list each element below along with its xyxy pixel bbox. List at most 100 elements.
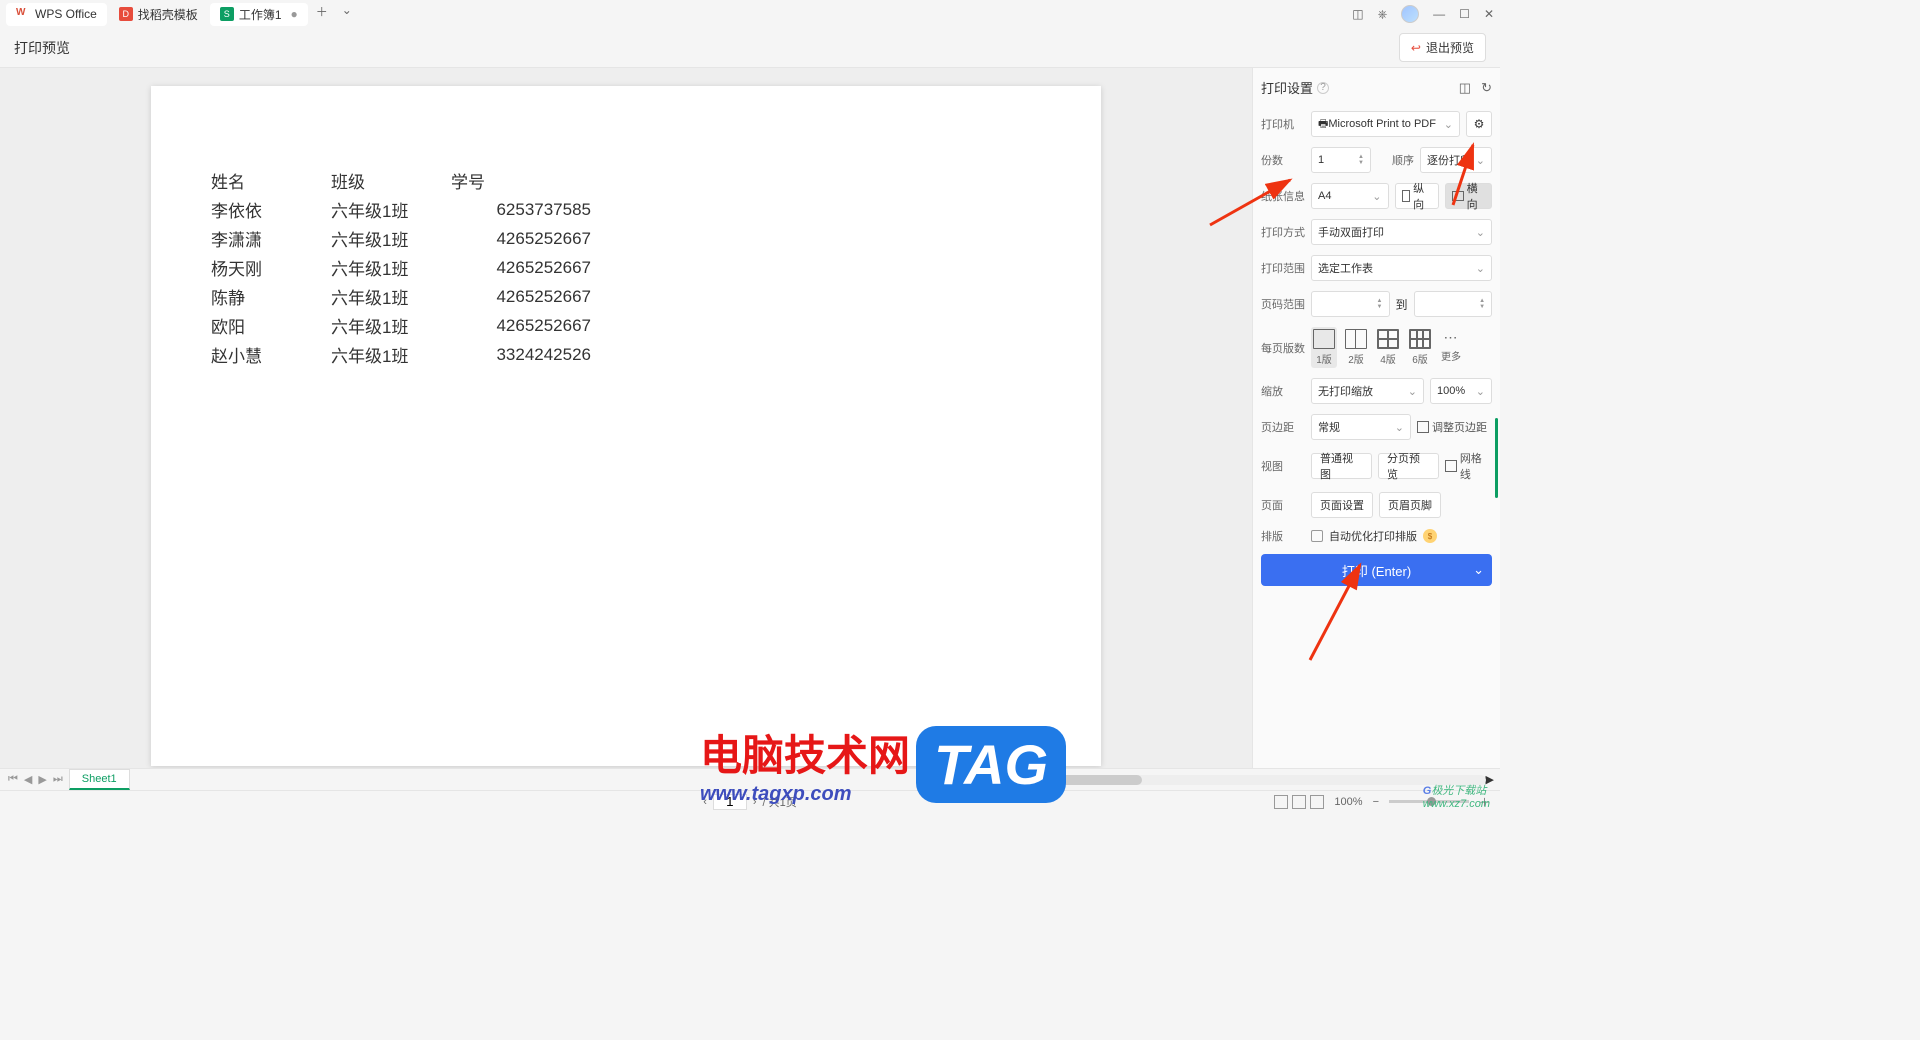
tab-menu-icon[interactable]: ⌄ — [336, 3, 358, 26]
page-setup-button[interactable]: 页面设置 — [1311, 492, 1373, 518]
page-from-input[interactable]: ▲▼ — [1311, 291, 1390, 317]
tab-label: 找稻壳模板 — [138, 6, 198, 23]
close-window-icon[interactable]: ✕ — [1484, 7, 1494, 21]
th-class: 班级 — [331, 166, 451, 195]
sheet-icon: S — [220, 7, 234, 21]
chevron-down-icon: ⌄ — [1476, 226, 1485, 239]
panel-icon[interactable]: ◫ — [1352, 7, 1363, 21]
spinner-icon[interactable]: ▲▼ — [1479, 298, 1485, 310]
layout-icon[interactable]: ◫ — [1459, 80, 1471, 96]
view-mode-3-icon[interactable] — [1310, 795, 1324, 809]
print-button[interactable]: 打印 (Enter) ⌄ — [1261, 554, 1492, 586]
print-range-select[interactable]: 选定工作表 ⌄ — [1311, 255, 1492, 281]
layout-label: 排版 — [1261, 528, 1305, 544]
scroll-thumb[interactable] — [1022, 775, 1142, 785]
table-row: 赵小慧六年级1班3324242526 — [211, 340, 591, 369]
gridlines-button[interactable]: 网格线 — [1445, 450, 1492, 482]
minimize-icon[interactable]: — — [1433, 7, 1445, 21]
scroll-left-icon[interactable]: ◀ — [1014, 773, 1022, 786]
th-id: 学号 — [451, 166, 591, 195]
copies-label: 份数 — [1261, 152, 1305, 168]
auto-layout-label: 自动优化打印排版 — [1329, 528, 1417, 544]
main-area: 姓名 班级 学号 李依依六年级1班6253737585 李潇潇六年级1班4265… — [0, 68, 1500, 768]
titlebar: W WPS Office D 找稻壳模板 S 工作簿1 ● ＋ ⌄ ◫ ⎈ — … — [0, 0, 1500, 28]
wps-logo-icon: W — [16, 7, 30, 21]
pages-per-sheet: 1版 2版 4版 6版 ⋯更多 — [1311, 327, 1463, 368]
panel-title: 打印设置 — [1261, 78, 1313, 97]
page-preview: 姓名 班级 学号 李依依六年级1班6253737585 李潇潇六年级1班4265… — [151, 86, 1101, 766]
first-sheet-icon[interactable]: ⏮ — [6, 773, 20, 786]
zoom-select[interactable]: 无打印缩放 ⌄ — [1311, 378, 1424, 404]
view-mode-2-icon[interactable] — [1292, 795, 1306, 809]
close-icon[interactable]: ● — [291, 7, 298, 21]
grid-icon — [1445, 460, 1457, 472]
layout-6up[interactable]: 6版 — [1407, 327, 1433, 368]
paper-label: 纸张信息 — [1261, 188, 1305, 204]
layout-2up[interactable]: 2版 — [1343, 327, 1369, 368]
zoom-value[interactable]: 100% — [1334, 796, 1362, 808]
printer-label: 打印机 — [1261, 116, 1305, 132]
landscape-button[interactable]: 横向 — [1445, 183, 1492, 209]
chevron-down-icon: ⌄ — [1372, 190, 1381, 203]
exit-icon: ↩ — [1411, 41, 1421, 55]
copies-input[interactable]: 1 ▲▼ — [1311, 147, 1371, 173]
maximize-icon[interactable]: ☐ — [1459, 7, 1470, 21]
sheet-tab[interactable]: Sheet1 — [69, 769, 130, 790]
avatar-icon[interactable] — [1401, 5, 1419, 23]
chevron-down-icon: ⌄ — [1476, 262, 1485, 275]
next-page-icon[interactable]: › — [753, 796, 757, 808]
table-row: 陈静六年级1班4265252667 — [211, 282, 591, 311]
prev-page-icon[interactable]: ‹ — [703, 796, 707, 808]
spinner-icon[interactable]: ▲▼ — [1377, 298, 1383, 310]
refresh-icon[interactable]: ↻ — [1481, 80, 1492, 96]
sheet-bar: ⏮ ◀ ▶ ⏭ Sheet1 ◀ ▶ — [0, 768, 1500, 790]
next-sheet-icon[interactable]: ▶ — [36, 773, 48, 786]
th-name: 姓名 — [211, 166, 331, 195]
printer-select[interactable]: 🖶 Microsoft Print to PDF ⌄ — [1311, 111, 1460, 137]
help-icon[interactable]: ? — [1317, 82, 1329, 94]
spinner-icon[interactable]: ▲▼ — [1358, 154, 1364, 166]
scroll-indicator[interactable] — [1495, 418, 1498, 498]
adjust-margin-button[interactable]: 调整页边距 — [1417, 419, 1487, 435]
printer-settings-button[interactable]: ⚙ — [1466, 111, 1492, 137]
page-number-input[interactable] — [713, 794, 747, 810]
exit-preview-button[interactable]: ↩ 退出预览 — [1399, 33, 1486, 62]
layout-4up[interactable]: 4版 — [1375, 327, 1401, 368]
tab-template[interactable]: D 找稻壳模板 — [109, 3, 208, 26]
preview-area[interactable]: 姓名 班级 学号 李依依六年级1班6253737585 李潇潇六年级1班4265… — [0, 68, 1252, 768]
page-view-button[interactable]: 分页预览 — [1378, 453, 1439, 479]
gear-icon: ⚙ — [1474, 117, 1485, 131]
page-title: 打印预览 — [14, 38, 70, 58]
paper-select[interactable]: A4 ⌄ — [1311, 183, 1389, 209]
view-mode-1-icon[interactable] — [1274, 795, 1288, 809]
tab-label: 工作簿1 — [239, 6, 282, 23]
tab-workbook[interactable]: S 工作簿1 ● — [210, 3, 308, 26]
cube-icon[interactable]: ⎈ — [1378, 7, 1388, 22]
tab-wps-home[interactable]: W WPS Office — [6, 3, 107, 26]
portrait-button[interactable]: 纵向 — [1395, 183, 1439, 209]
add-tab-icon[interactable]: ＋ — [310, 3, 334, 26]
margin-select[interactable]: 常规 ⌄ — [1311, 414, 1411, 440]
to-label: 到 — [1396, 296, 1408, 313]
chevron-down-icon: ⌄ — [1476, 385, 1485, 398]
zoom-out-icon[interactable]: − — [1373, 796, 1379, 808]
data-table: 姓名 班级 学号 李依依六年级1班6253737585 李潇潇六年级1班4265… — [211, 166, 591, 369]
prev-sheet-icon[interactable]: ◀ — [22, 773, 34, 786]
status-bar: ‹ › / 共1页 100% − ＋ — [0, 790, 1500, 812]
layout-1up[interactable]: 1版 — [1311, 327, 1337, 368]
window-controls: ◫ ⎈ — ☐ ✕ — [1352, 5, 1494, 23]
layout-more[interactable]: ⋯更多 — [1439, 327, 1463, 368]
zoom-label: 缩放 — [1261, 383, 1305, 399]
normal-view-button[interactable]: 普通视图 — [1311, 453, 1372, 479]
print-mode-select[interactable]: 手动双面打印 ⌄ — [1311, 219, 1492, 245]
header-footer-button[interactable]: 页眉页脚 — [1379, 492, 1441, 518]
tab-label: WPS Office — [35, 7, 97, 21]
auto-layout-checkbox[interactable] — [1311, 530, 1323, 542]
page-to-input[interactable]: ▲▼ — [1414, 291, 1493, 317]
zoom-pct-select[interactable]: 100% ⌄ — [1430, 378, 1492, 404]
chevron-down-icon[interactable]: ⌄ — [1473, 562, 1484, 578]
page-label: 页面 — [1261, 497, 1305, 513]
order-select[interactable]: 逐份打印 ⌄ — [1420, 147, 1492, 173]
margin-label: 页边距 — [1261, 419, 1305, 435]
last-sheet-icon[interactable]: ⏭ — [51, 773, 65, 786]
